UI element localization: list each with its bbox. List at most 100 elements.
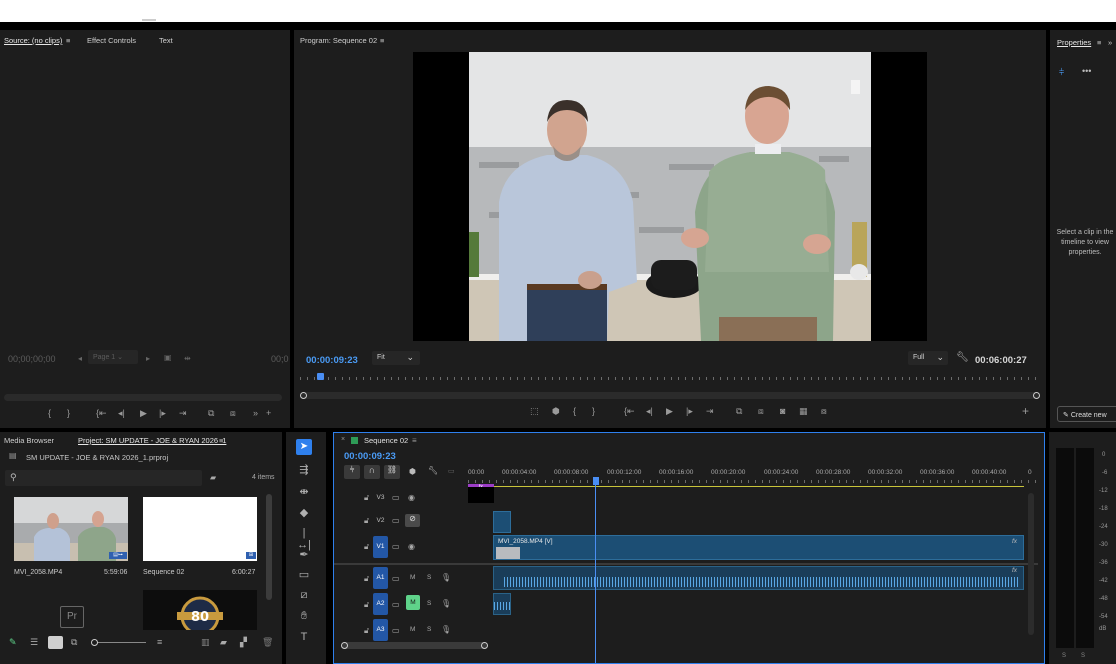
overwrite-icon[interactable]: ⧈ [230,408,236,419]
nest-toggle[interactable]: ⫩ [344,465,360,479]
horizontal-scrollbar[interactable] [341,642,488,649]
track-label-a1[interactable]: A1 [373,567,388,589]
slip-tool[interactable]: |↔| [296,527,312,551]
mute-button-active[interactable]: M [406,595,420,610]
sync-lock-icon[interactable]: ▭ [392,542,400,551]
sync-lock-icon[interactable]: ▭ [392,493,400,502]
tab-properties[interactable]: Properties [1057,38,1091,47]
sequence-tab[interactable]: Sequence 02 [364,436,408,445]
v2-clip[interactable] [493,511,511,533]
sync-lock-icon[interactable]: ▭ [392,600,400,609]
lift-icon[interactable]: ⧉ [736,406,742,417]
freeform-view-icon[interactable]: ⧉ [71,637,77,648]
marker-add-icon[interactable]: ⬚ [530,406,539,417]
scrubber-start-handle[interactable] [300,392,307,399]
more-options-icon[interactable]: ••• [1082,66,1091,76]
step-forward-icon[interactable]: |▸ [159,408,166,419]
program-ruler[interactable] [300,377,1040,380]
page-select[interactable]: Page 1 ⌄ [88,350,138,364]
camera-icon[interactable]: ◙ [780,406,785,416]
mic-icon[interactable]: 🎙︎ [441,599,451,608]
lock-icon[interactable]: 🔓︎ [364,542,369,552]
automate-icon[interactable]: ▥ [201,637,210,648]
list-view-icon[interactable]: ☰ [30,637,38,648]
rectangle-tool[interactable]: ▭ [296,568,312,582]
next-page-icon[interactable]: ▸ [146,354,150,363]
chevron-right-icon[interactable]: » [1108,38,1112,47]
program-menu-icon[interactable]: ≡ [380,36,384,45]
zoom-slider[interactable] [91,639,146,646]
close-icon[interactable]: × [341,436,345,443]
solo-button[interactable]: S [427,626,431,633]
mic-icon[interactable]: 🎙︎ [441,625,451,634]
solo-button[interactable]: S [427,574,431,581]
vr-icon[interactable]: ⧇ [821,406,827,417]
track-label-a3[interactable]: A3 [373,619,388,641]
search-input[interactable]: ⚲ [5,470,202,486]
sync-lock-icon[interactable]: ▭ [392,626,400,635]
lock-icon[interactable]: 🔓︎ [364,626,369,636]
step-back-icon[interactable]: ◂| [646,406,653,417]
solo-button[interactable]: S [427,600,431,607]
timeline-ruler[interactable]: 00:00 00:00:04:00 00:00:08:00 00:00:12:0… [468,469,1038,485]
track-label-v1[interactable]: V1 [373,536,388,558]
tab-effect-controls[interactable]: Effect Controls [87,36,136,45]
v3-black-clip[interactable] [468,487,494,503]
hand-tool[interactable]: ✋︎ [296,610,312,624]
track-select-tool[interactable]: ⇶ [296,463,312,477]
project-file-icon[interactable]: Pr [60,606,84,628]
wrench-icon[interactable]: 🔧︎ [956,352,969,363]
prev-page-icon[interactable]: ◂ [78,354,82,363]
mic-icon[interactable]: 🎙︎ [441,573,451,582]
snap-toggle[interactable]: ∩ [364,465,380,479]
icon-view-button[interactable] [48,636,63,649]
program-title[interactable]: Program: Sequence 02 [300,36,377,45]
eye-icon[interactable]: ◉ [408,493,415,502]
expand-icon[interactable]: ⇹ [184,354,191,363]
meter-solo-right[interactable]: S [1081,653,1085,659]
more-icon[interactable]: » [253,408,258,418]
add-icon[interactable]: + [266,408,271,418]
create-new-button[interactable]: ✎ Create new [1057,406,1116,422]
tab-project[interactable]: Project: SM UPDATE - JOE & RYAN 2026_1 [78,436,226,445]
tab-text[interactable]: Text [159,36,173,45]
add-marker-icon[interactable]: ⬢ [409,467,416,476]
hand-tool-group[interactable]: ⧄ [296,589,312,603]
pen-tool[interactable]: ✒ [296,548,312,562]
ripple-edit-tool[interactable]: ⇼ [296,485,312,499]
logo-thumb[interactable]: 80 [143,590,257,630]
mark-in-icon[interactable]: { [48,408,51,418]
trash-icon[interactable]: 🗑︎ [262,637,273,648]
mark-out-icon[interactable]: } [67,408,70,418]
linked-toggle[interactable]: ⛓︎ [384,465,400,479]
captions-icon[interactable]: ▭ [448,467,455,475]
sync-lock-icon[interactable]: ▭ [392,516,400,525]
project-item-thumb[interactable]: ▤⊶ [14,497,128,561]
razor-tool[interactable]: ◆ [296,506,312,520]
extract-icon[interactable]: ⧈ [758,406,764,417]
project-menu-icon[interactable]: ≡ [219,436,223,445]
v1-clip[interactable]: MVI_2058.MP4 [V] fx [493,535,1024,560]
new-item-icon[interactable]: ▞ [240,637,247,648]
track-label-v2[interactable]: V2 [373,510,388,532]
selection-tool[interactable]: ➤ [296,439,312,455]
go-in-icon[interactable]: {⇤ [624,406,635,417]
tab-media-browser[interactable]: Media Browser [4,436,54,445]
program-timecode[interactable]: 00:00:09:23 [306,355,358,366]
lock-icon[interactable]: 🔓︎ [364,574,369,584]
sequence-menu-icon[interactable]: ≡ [412,436,417,445]
vertical-scrollbar[interactable] [1028,493,1034,635]
go-out-icon[interactable]: ⇥ [179,408,187,419]
eye-hidden-icon[interactable]: ⊘ [405,514,420,527]
insert-icon[interactable]: ⧉ [208,408,214,419]
compare-icon[interactable]: ▦ [799,406,808,417]
step-back-icon[interactable]: ◂| [118,408,125,419]
new-bin-icon[interactable]: ▰ [210,473,216,482]
mute-button[interactable]: M [410,574,415,581]
meter-solo-left[interactable]: S [1062,653,1066,659]
lock-icon[interactable]: 🔓︎ [364,600,369,610]
go-out-icon[interactable]: ⇥ [706,406,714,417]
settings-wrench-icon[interactable]: 🔧︎ [428,466,438,475]
source-scrubber[interactable] [4,394,282,401]
sync-lock-icon[interactable]: ▭ [392,574,400,583]
